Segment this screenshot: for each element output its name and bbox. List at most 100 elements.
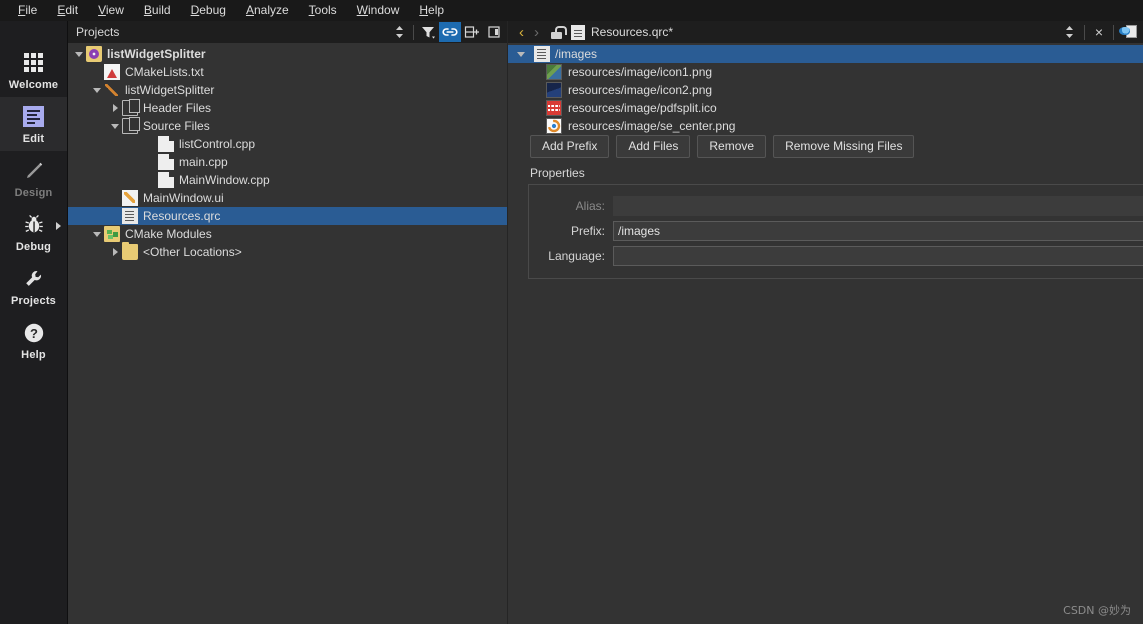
properties-form: Alias: Prefix: Language: [528, 184, 1143, 279]
project-tree[interactable]: listWidgetSplitter CMakeLists.txt listWidg… [68, 43, 507, 624]
chevron-right-icon[interactable] [108, 104, 122, 112]
mode-projects[interactable]: Projects [0, 259, 67, 313]
editor-file-title: Resources.qrc* [591, 25, 674, 39]
menu-view[interactable]: View [88, 1, 134, 20]
tree-row[interactable]: CMake Modules [68, 225, 507, 243]
filter-funnel-icon[interactable] [417, 22, 439, 42]
tree-row[interactable]: MainWindow.ui [68, 189, 507, 207]
add-prefix-button[interactable]: Add Prefix [530, 135, 610, 158]
tree-row[interactable]: Resources.qrc [68, 207, 507, 225]
tree-row-label: Resources.qrc [143, 209, 221, 223]
resource-row-label: resources/image/pdfsplit.ico [568, 101, 717, 115]
tree-row[interactable]: CMakeLists.txt [68, 63, 507, 81]
mode-help[interactable]: ? Help [0, 313, 67, 367]
panel-title: Projects [76, 25, 120, 39]
menu-bar: File Edit View Build Debug Analyze Tools Window… [0, 0, 1143, 21]
chevron-down-icon[interactable] [72, 51, 86, 57]
chevron-right-icon [56, 222, 61, 230]
tree-row-label: Source Files [143, 119, 210, 133]
tree-row[interactable]: Header Files [68, 99, 507, 117]
image-thumb-icon [546, 64, 562, 80]
mode-design-label: Design [14, 186, 53, 199]
chevron-right-icon[interactable] [108, 248, 122, 256]
tree-row[interactable]: main.cpp [68, 153, 507, 171]
prefix-label: Prefix: [570, 223, 605, 238]
tree-row[interactable]: listControl.cpp [68, 135, 507, 153]
link-chain-icon[interactable] [439, 22, 461, 42]
resource-file-row[interactable]: resources/image/se_center.png [508, 117, 1143, 135]
resource-row-label: resources/image/se_center.png [568, 119, 736, 133]
mode-welcome-label: Welcome [8, 78, 59, 91]
grid-icon [21, 50, 47, 76]
mode-debug[interactable]: Debug [0, 205, 67, 259]
split-add-icon[interactable] [461, 22, 483, 42]
prefix-input[interactable] [613, 220, 1143, 241]
menu-help[interactable]: Help [409, 1, 454, 20]
remove-button[interactable]: Remove [697, 135, 767, 158]
menu-debug[interactable]: Debug [181, 1, 236, 20]
nav-back-icon[interactable]: ‹ [514, 24, 529, 41]
remove-missing-files-button[interactable]: Remove Missing Files [773, 135, 915, 158]
menu-build[interactable]: Build [134, 1, 181, 20]
alias-input[interactable] [613, 195, 1143, 216]
image-thumb-icon [546, 100, 562, 116]
toolbar-divider [413, 24, 414, 40]
language-label: Language: [548, 248, 605, 263]
close-editor-button[interactable]: × [1088, 24, 1110, 40]
nav-forward-icon[interactable]: › [529, 24, 544, 41]
tree-row[interactable]: MainWindow.cpp [68, 171, 507, 189]
chevron-down-icon[interactable] [90, 87, 104, 93]
image-thumb-icon [546, 118, 562, 134]
resource-file-row[interactable]: resources/image/pdfsplit.ico [508, 99, 1143, 117]
chevron-down-icon[interactable] [108, 123, 122, 129]
resource-action-buttons: Add Prefix Add Files Remove Remove Missi… [508, 135, 1143, 158]
qrc-file-icon [122, 208, 138, 224]
split-editor-icon[interactable] [1119, 24, 1137, 40]
project-gear-icon [86, 46, 102, 62]
resource-file-row[interactable]: resources/image/icon1.png [508, 63, 1143, 81]
tree-row-label: CMake Modules [125, 227, 212, 241]
menu-edit[interactable]: Edit [47, 1, 88, 20]
question-mark-icon: ? [21, 320, 47, 346]
mode-edit[interactable]: Edit [0, 97, 67, 151]
menu-file[interactable]: File [8, 1, 47, 20]
image-thumb-icon [546, 82, 562, 98]
field-row-language: Language: [529, 243, 1143, 268]
tree-row-label: <Other Locations> [143, 245, 242, 259]
chevron-down-icon[interactable] [90, 231, 104, 237]
editor-toolbar-divider [1083, 24, 1085, 40]
menu-tools[interactable]: Tools [299, 1, 347, 20]
editor-toolbar: ‹ › Resources.qrc* × [508, 21, 1143, 43]
menu-analyze[interactable]: Analyze [236, 1, 299, 20]
language-input[interactable] [613, 245, 1143, 266]
qrc-file-icon [571, 24, 585, 40]
menu-window[interactable]: Window [347, 1, 410, 20]
tree-row[interactable]: Source Files [68, 117, 507, 135]
tree-row[interactable]: <Other Locations> [68, 242, 507, 261]
unlocked-padlock-icon[interactable] [550, 25, 567, 39]
sort-updown-icon[interactable] [388, 22, 410, 42]
close-panel-icon[interactable] [483, 22, 505, 42]
tree-row[interactable]: listWidgetSplitter [68, 45, 507, 63]
editor-toolbar-divider-2 [1113, 24, 1114, 40]
editor-area: ‹ › Resources.qrc* × /images resources/im… [508, 21, 1143, 624]
updown-arrows-icon[interactable] [1059, 22, 1081, 42]
projects-panel-header: Projects [68, 21, 507, 43]
field-row-alias: Alias: [529, 193, 1143, 218]
mode-design[interactable]: Design [0, 151, 67, 205]
qrc-prefix-icon [534, 46, 550, 62]
bug-icon [21, 212, 47, 238]
mode-welcome[interactable]: Welcome [0, 43, 67, 97]
resource-file-row[interactable]: resources/image/icon2.png [508, 81, 1143, 99]
tree-row[interactable]: listWidgetSplitter [68, 81, 507, 99]
resource-row-label: resources/image/icon2.png [568, 83, 713, 97]
projects-panel: Projects listWidgetSplitter CMakeLists.t… [68, 21, 508, 624]
resource-tree[interactable]: /images resources/image/icon1.png resource… [508, 43, 1143, 135]
add-files-button[interactable]: Add Files [616, 135, 691, 158]
resource-prefix-row[interactable]: /images [508, 45, 1143, 63]
main-layout: Welcome Edit Design Debug Projects ? Hel… [0, 21, 1143, 624]
cpp-file-icon [158, 136, 174, 152]
files-group-icon [122, 99, 140, 116]
chevron-down-icon[interactable] [514, 51, 528, 57]
mode-debug-label: Debug [15, 240, 52, 253]
